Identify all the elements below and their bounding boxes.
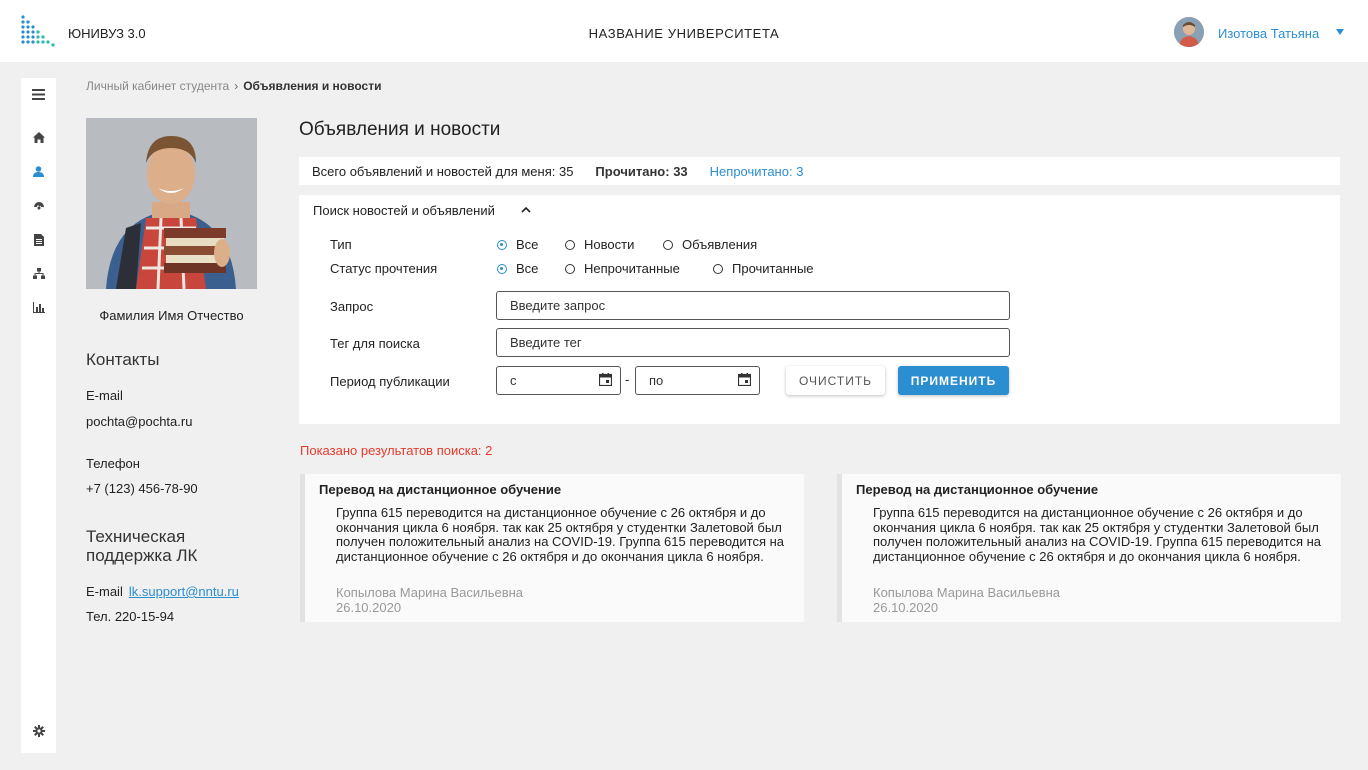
- news-card-author: Копылова Марина Васильевна: [873, 585, 1061, 600]
- news-card-text: Группа 615 переводится на дистанционное …: [336, 505, 785, 564]
- status-radio-all[interactable]: Все: [497, 261, 538, 276]
- chevron-down-icon[interactable]: [1336, 29, 1344, 35]
- chevron-up-icon[interactable]: [521, 205, 531, 215]
- breadcrumb: Личный кабинет студента › Объявления и нов…: [86, 79, 381, 93]
- results-count: Показано результатов поиска: 2: [300, 443, 493, 458]
- radio-checked-icon: [497, 263, 507, 274]
- support-email-link[interactable]: lk.support@nntu.ru: [129, 584, 239, 599]
- stats-bar: Всего объявлений и новостей для меня: 35…: [299, 157, 1340, 185]
- student-name: Фамилия Имя Отчество: [99, 308, 244, 323]
- status-radio-read-label: Прочитанные: [732, 261, 814, 276]
- type-radio-all[interactable]: Все: [497, 237, 538, 252]
- radio-icon: [663, 239, 673, 250]
- radio-icon: [565, 263, 575, 274]
- document-icon[interactable]: [31, 232, 46, 247]
- user-menu[interactable]: Изотова Татьяна: [1218, 26, 1319, 41]
- news-card-text: Группа 615 переводится на дистанционное …: [873, 505, 1322, 564]
- status-radio-all-label: Все: [516, 261, 539, 276]
- phone-value: +7 (123) 456-78-90: [86, 481, 198, 496]
- type-radio-news[interactable]: Новости: [565, 237, 634, 252]
- tag-label: Тег для поиска: [330, 336, 420, 351]
- type-radio-announcements[interactable]: Объявления: [663, 237, 757, 252]
- tag-input[interactable]: Введите тег: [496, 328, 1010, 357]
- stats-unread[interactable]: Непрочитано: 3: [710, 164, 804, 179]
- support-heading-line2: поддержка ЛК: [86, 546, 198, 565]
- news-card-title[interactable]: Перевод на дистанционное обучение: [856, 482, 1098, 497]
- search-panel-title[interactable]: Поиск новостей и объявлений: [313, 203, 495, 218]
- calendar-icon[interactable]: [738, 373, 751, 386]
- support-heading: Техническая поддержка ЛК: [86, 527, 197, 565]
- type-label: Тип: [330, 237, 352, 252]
- breadcrumb-parent[interactable]: Личный кабинет студента: [86, 79, 229, 93]
- query-label: Запрос: [330, 299, 374, 314]
- email-label: E-mail: [86, 388, 123, 403]
- type-radio-all-label: Все: [516, 237, 539, 252]
- stats-total: Всего объявлений и новостей для меня: 35: [312, 164, 574, 179]
- side-rail: [21, 78, 56, 753]
- menu-icon[interactable]: [31, 87, 46, 102]
- clear-button[interactable]: ОЧИСТИТЬ: [786, 366, 885, 395]
- news-card-title[interactable]: Перевод на дистанционное обучение: [319, 482, 561, 497]
- type-radio-news-label: Новости: [584, 237, 635, 252]
- stats-read: Прочитано: 33: [595, 164, 688, 179]
- breadcrumb-current: Объявления и новости: [243, 79, 382, 93]
- contacts-heading: Контакты: [86, 350, 160, 369]
- home-icon[interactable]: [31, 130, 46, 145]
- news-card-author: Копылова Марина Васильевна: [336, 585, 524, 600]
- radio-icon: [713, 263, 723, 274]
- query-input[interactable]: Введите запрос: [496, 291, 1010, 320]
- news-card-date: 26.10.2020: [336, 600, 402, 615]
- page-title: Объявления и новости: [299, 119, 501, 140]
- news-card-date: 26.10.2020: [873, 600, 939, 615]
- date-separator: -: [625, 372, 630, 387]
- status-radio-unread-label: Непрочитанные: [584, 261, 680, 276]
- status-label: Статус прочтения: [330, 261, 438, 276]
- student-photo: [86, 118, 257, 289]
- app-header: ЮНИВУЗ 3.0 НАЗВАНИЕ УНИВЕРСИТЕТА Изотова…: [0, 0, 1368, 62]
- calendar-icon[interactable]: [599, 373, 612, 386]
- avatar[interactable]: [1174, 17, 1204, 47]
- status-radio-unread[interactable]: Непрочитанные: [565, 261, 680, 276]
- status-radio-read[interactable]: Прочитанные: [713, 261, 814, 276]
- structure-icon[interactable]: [31, 266, 46, 281]
- period-label: Период публикации: [330, 374, 450, 389]
- news-card[interactable]: Перевод на дистанционное обучение Группа…: [300, 474, 804, 622]
- gear-icon[interactable]: [31, 723, 46, 738]
- news-card[interactable]: Перевод на дистанционное обучение Группа…: [837, 474, 1341, 622]
- radio-checked-icon: [497, 239, 507, 250]
- chevron-right-icon: ›: [234, 79, 239, 93]
- support-email-label: E-mail: [86, 584, 123, 599]
- support-email-row: E-mail lk.support@nntu.ru: [86, 584, 239, 599]
- search-panel: Поиск новостей и объявлений Тип Все Ново…: [299, 195, 1340, 424]
- apply-button[interactable]: ПРИМЕНИТЬ: [898, 366, 1009, 395]
- user-icon[interactable]: [31, 164, 46, 179]
- type-radio-announcements-label: Объявления: [682, 237, 758, 252]
- support-phone: Тел. 220-15-94: [86, 609, 175, 624]
- support-heading-line1: Техническая: [86, 527, 186, 546]
- email-value: pochta@pochta.ru: [86, 414, 193, 429]
- phone-label: Телефон: [86, 456, 140, 471]
- radio-icon: [565, 239, 575, 250]
- chart-icon[interactable]: [31, 300, 46, 315]
- dashboard-icon[interactable]: [31, 198, 46, 213]
- university-name: НАЗВАНИЕ УНИВЕРСИТЕТА: [588, 26, 780, 41]
